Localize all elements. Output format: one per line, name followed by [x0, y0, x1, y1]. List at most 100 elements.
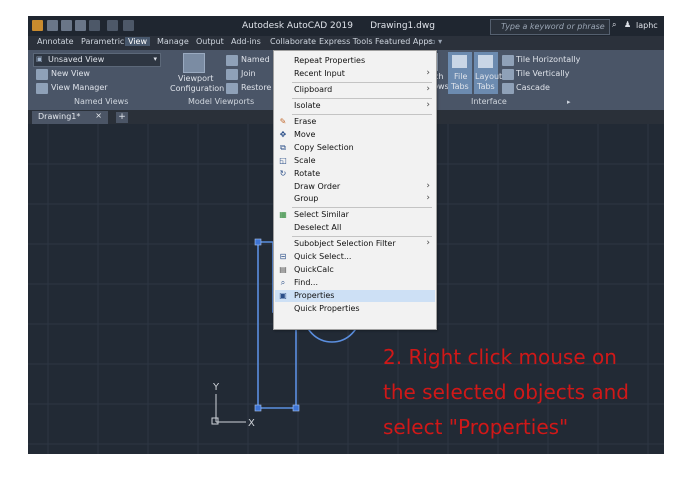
new-view-icon — [36, 69, 48, 80]
viewport-configuration-line1[interactable]: Viewport — [178, 74, 213, 83]
menu-item-properties[interactable]: ▣ Properties — [275, 290, 435, 302]
tile-horizontally-icon — [502, 55, 514, 66]
viewport-configuration-line2[interactable]: Configuration — [170, 84, 224, 93]
interface-panel-label: Interface — [471, 97, 507, 106]
submenu-arrow-icon: › — [426, 100, 430, 110]
menu-item-copy-selection[interactable]: ⧉ Copy Selection — [275, 142, 435, 154]
submenu-arrow-icon: › — [426, 238, 430, 248]
viewport-configuration-icon — [183, 53, 205, 73]
join-viewports-button[interactable]: Join — [241, 69, 256, 78]
rotate-icon: ↻ — [279, 169, 287, 178]
new-view-button[interactable]: New View — [51, 69, 90, 78]
menu-item-label: Repeat Properties — [294, 56, 366, 65]
menu-item-find[interactable]: ⌕ Find... — [275, 277, 435, 289]
menu-item-label: Erase — [294, 117, 317, 126]
copy-icon: ⧉ — [280, 143, 286, 152]
scale-icon: ◱ — [279, 156, 287, 165]
tab-featured-apps[interactable]: Featured Apps — [375, 37, 433, 46]
undo-icon[interactable] — [89, 20, 100, 31]
new-tab-button[interactable]: + — [116, 112, 128, 123]
menu-item-draw-order[interactable]: Draw Order › — [275, 181, 435, 193]
autocad-logo-icon[interactable] — [32, 20, 43, 31]
tile-horizontally-button[interactable]: Tile Horizontally — [516, 55, 580, 64]
menu-item-subobject-selection-filter[interactable]: Subobject Selection Filter › — [275, 238, 435, 250]
grip-handle[interactable] — [254, 238, 262, 246]
tab-collaborate[interactable]: Collaborate — [270, 37, 316, 46]
named-viewports-icon — [226, 55, 238, 66]
user-account[interactable]: ⌕ ♟ laphc — [612, 19, 664, 33]
user-name: laphc — [636, 21, 658, 30]
tab-manage[interactable]: Manage — [157, 37, 189, 46]
find-icon: ⌕ — [280, 278, 286, 287]
menu-item-label: Scale — [294, 156, 316, 165]
view-manager-icon — [36, 83, 48, 94]
close-icon[interactable]: × — [95, 111, 102, 120]
quick-select-icon: ⊟ — [279, 252, 287, 261]
user-icon[interactable]: ♟ — [624, 20, 631, 29]
redo-icon[interactable] — [107, 20, 118, 31]
menu-item-repeat-properties[interactable]: Repeat Properties — [275, 55, 435, 67]
menu-item-group[interactable]: Group › — [275, 193, 435, 205]
view-icon: ▣ — [36, 55, 43, 63]
restore-viewports-button[interactable]: Restore — [241, 83, 271, 92]
select-similar-icon: ▦ — [279, 210, 287, 219]
named-view-dropdown[interactable]: ▣ Unsaved View ▾ — [33, 53, 161, 67]
tab-annotate[interactable]: Annotate — [37, 37, 74, 46]
layout-tabs-line1: Layout — [475, 72, 503, 81]
panel-expand-icon[interactable]: ▸ — [567, 98, 571, 106]
chevron-down-icon: ▾ — [153, 55, 157, 63]
menu-item-quick-select[interactable]: ⊟ Quick Select... — [275, 251, 435, 263]
menu-item-isolate[interactable]: Isolate › — [275, 100, 435, 112]
named-viewports-button[interactable]: Named — [241, 55, 270, 64]
document-tab-drawing1[interactable]: Drawing1* × — [32, 111, 108, 124]
print-icon[interactable] — [75, 20, 86, 31]
save-icon[interactable] — [61, 20, 72, 31]
cascade-button[interactable]: Cascade — [516, 83, 550, 92]
window-title: Autodesk AutoCAD 2019 Drawing1.dwg — [242, 21, 435, 31]
menu-item-erase[interactable]: ✎ Erase — [275, 116, 435, 128]
named-view-value: Unsaved View — [48, 55, 105, 64]
tab-add-ins[interactable]: Add-ins — [231, 37, 261, 46]
menu-item-quick-properties[interactable]: Quick Properties — [275, 303, 435, 315]
menu-item-quickcalc[interactable]: ▤ QuickCalc — [275, 264, 435, 276]
ribbon-options-icon[interactable]: ▭ ▾ — [428, 37, 442, 46]
menu-item-move[interactable]: ✥ Move — [275, 129, 435, 141]
tab-view[interactable]: View — [125, 37, 150, 46]
layout-tabs-button[interactable]: Layout Tabs — [474, 52, 502, 94]
grip-handle[interactable] — [292, 404, 300, 412]
menu-item-clipboard[interactable]: Clipboard › — [275, 84, 435, 96]
menu-item-scale[interactable]: ◱ Scale — [275, 155, 435, 167]
layout-tabs-icon — [478, 55, 493, 68]
submenu-arrow-icon: › — [426, 68, 430, 78]
instruction-overlay: 2. Right click mouse on the selected obj… — [383, 340, 663, 445]
file-tabs-line2: Tabs — [451, 82, 469, 91]
menu-item-label: Quick Properties — [294, 304, 360, 313]
menu-item-deselect-all[interactable]: Deselect All — [275, 222, 435, 234]
new-file-icon[interactable] — [47, 20, 58, 31]
document-title: Drawing1.dwg — [370, 21, 435, 31]
menu-item-rotate[interactable]: ↻ Rotate — [275, 168, 435, 180]
search-input[interactable]: Type a keyword or phrase — [490, 19, 610, 35]
menu-item-recent-input[interactable]: Recent Input › — [275, 68, 435, 80]
menu-separator — [292, 114, 432, 115]
tab-parametric[interactable]: Parametric — [81, 37, 124, 46]
menu-item-select-similar[interactable]: ▦ Select Similar — [275, 209, 435, 221]
menu-item-label: Group — [294, 194, 319, 203]
tab-output[interactable]: Output — [196, 37, 224, 46]
tile-vertically-button[interactable]: Tile Vertically — [516, 69, 569, 78]
customize-dropdown-icon[interactable] — [123, 20, 134, 31]
file-tabs-button[interactable]: File Tabs — [448, 52, 472, 94]
tile-vertically-icon — [502, 69, 514, 80]
submenu-arrow-icon: › — [426, 84, 430, 94]
grip-handle[interactable] — [254, 404, 262, 412]
submenu-arrow-icon: › — [426, 193, 430, 203]
eraser-icon: ✎ — [279, 117, 287, 126]
tab-express-tools[interactable]: Express Tools — [319, 37, 373, 46]
menu-item-label: Subobject Selection Filter — [294, 239, 396, 248]
binoculars-icon[interactable]: ⌕ — [612, 20, 616, 30]
file-tabs-line1: File — [454, 72, 468, 81]
submenu-arrow-icon: › — [426, 181, 430, 191]
view-manager-button[interactable]: View Manager — [51, 83, 108, 92]
menu-item-label: Deselect All — [294, 223, 342, 232]
named-views-panel-label: Named Views — [74, 97, 129, 106]
